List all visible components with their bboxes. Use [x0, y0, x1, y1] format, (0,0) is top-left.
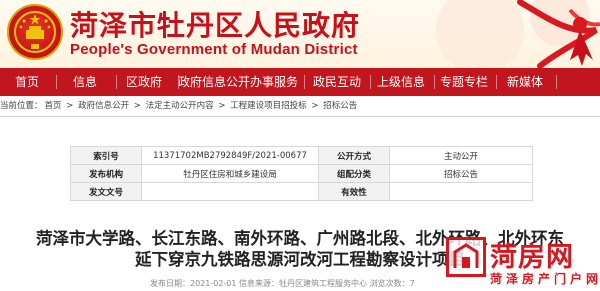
issuing-agency-value: 牡丹区住房和城乡建设局: [141, 164, 319, 183]
breadcrumb-project-tendering[interactable]: 工程建设项目招投标: [230, 101, 307, 111]
document-number-value: [141, 182, 319, 201]
nav-services[interactable]: 办事服务: [246, 68, 302, 96]
national-emblem-icon: [7, 4, 63, 60]
issuing-agency-label: 发布机构: [70, 164, 142, 183]
index-number-value: 11371702MB2792849F/2021-00677: [141, 146, 319, 165]
category-value: 招标公告: [389, 164, 533, 183]
breadcrumb-home[interactable]: 首页: [45, 101, 62, 111]
breadcrumb-gov-info-disclosure[interactable]: 政府信息公开: [78, 101, 129, 111]
breadcrumb-separator: >: [131, 101, 144, 111]
breadcrumb-prefix: 当前位置：: [0, 101, 43, 111]
site-header: 菏泽市牡丹区人民政府 People's Government of Mudan …: [0, 0, 600, 68]
document-info-table: 索引号 11371702MB2792849F/2021-00677 公开方式 主…: [70, 146, 533, 201]
breadcrumb-tender-notice[interactable]: 招标公告: [323, 101, 357, 111]
index-number-label: 索引号: [70, 146, 142, 165]
validity-value: [389, 182, 533, 201]
main-nav: 首页 信息 区政府 政府信息公开 办事服务 政民互动 上级信息 专题专栏 新媒体: [0, 68, 600, 96]
nav-district-government[interactable]: 区政府: [118, 68, 170, 96]
breadcrumb: 当前位置： 首页 > 政府信息公开 > 法定主动公开内容 > 工程建设项目招投标 …: [0, 98, 600, 114]
house-logo-icon: [446, 237, 486, 277]
watermark-subtitle: 菏泽房产门户网站: [490, 272, 600, 286]
nav-divider: [434, 75, 435, 89]
disclosure-method-label: 公开方式: [318, 146, 390, 165]
nav-public-interaction[interactable]: 政民互动: [308, 68, 366, 96]
nav-divider: [304, 75, 305, 89]
site-subtitle: People's Government of Mudan District: [70, 41, 358, 58]
nav-divider: [116, 75, 117, 89]
validity-label: 有效性: [318, 182, 390, 201]
ribbon-decoration-icon: [436, 0, 600, 68]
breadcrumb-separator: >: [308, 101, 322, 111]
nav-higher-level-info[interactable]: 专题专栏: [436, 68, 492, 96]
nav-new-media[interactable]: [558, 68, 600, 96]
table-row: 发布机构 牡丹区住房和城乡建设局 组配分类 招标公告: [70, 164, 533, 183]
nav-divider: [496, 75, 497, 89]
breadcrumb-separator: >: [63, 101, 77, 111]
watermark-logo: 菏房网 菏泽房产门户网站: [446, 237, 600, 289]
nav-home[interactable]: 首页: [2, 68, 52, 96]
disclosure-method-value: 主动公开: [389, 146, 533, 165]
breadcrumb-separator: >: [215, 101, 229, 111]
nav-info[interactable]: 信息: [60, 68, 110, 96]
table-row: 索引号 11371702MB2792849F/2021-00677 公开方式 主…: [70, 146, 533, 165]
nav-divider: [56, 75, 57, 89]
table-row: 发文文号 有效性: [70, 182, 533, 201]
content-divider: [0, 116, 600, 117]
nav-open-government[interactable]: 上级信息: [370, 68, 432, 96]
article-meta: 发布日期：2021-02-01 信息来源：牡丹区建筑工程服务中心 浏览次数：7: [150, 279, 415, 288]
watermark-brand: 菏房网: [490, 242, 574, 273]
nav-divider: [556, 75, 557, 89]
nav-gov-info-disclosure[interactable]: 政府信息公开: [178, 68, 250, 96]
breadcrumb-statutory-disclosure[interactable]: 法定主动公开内容: [146, 101, 214, 111]
category-label: 组配分类: [318, 164, 390, 183]
site-title[interactable]: 菏泽市牡丹区人民政府: [70, 4, 360, 44]
nav-special-topics[interactable]: 新媒体: [498, 68, 552, 96]
document-number-label: 发文文号: [70, 182, 142, 201]
